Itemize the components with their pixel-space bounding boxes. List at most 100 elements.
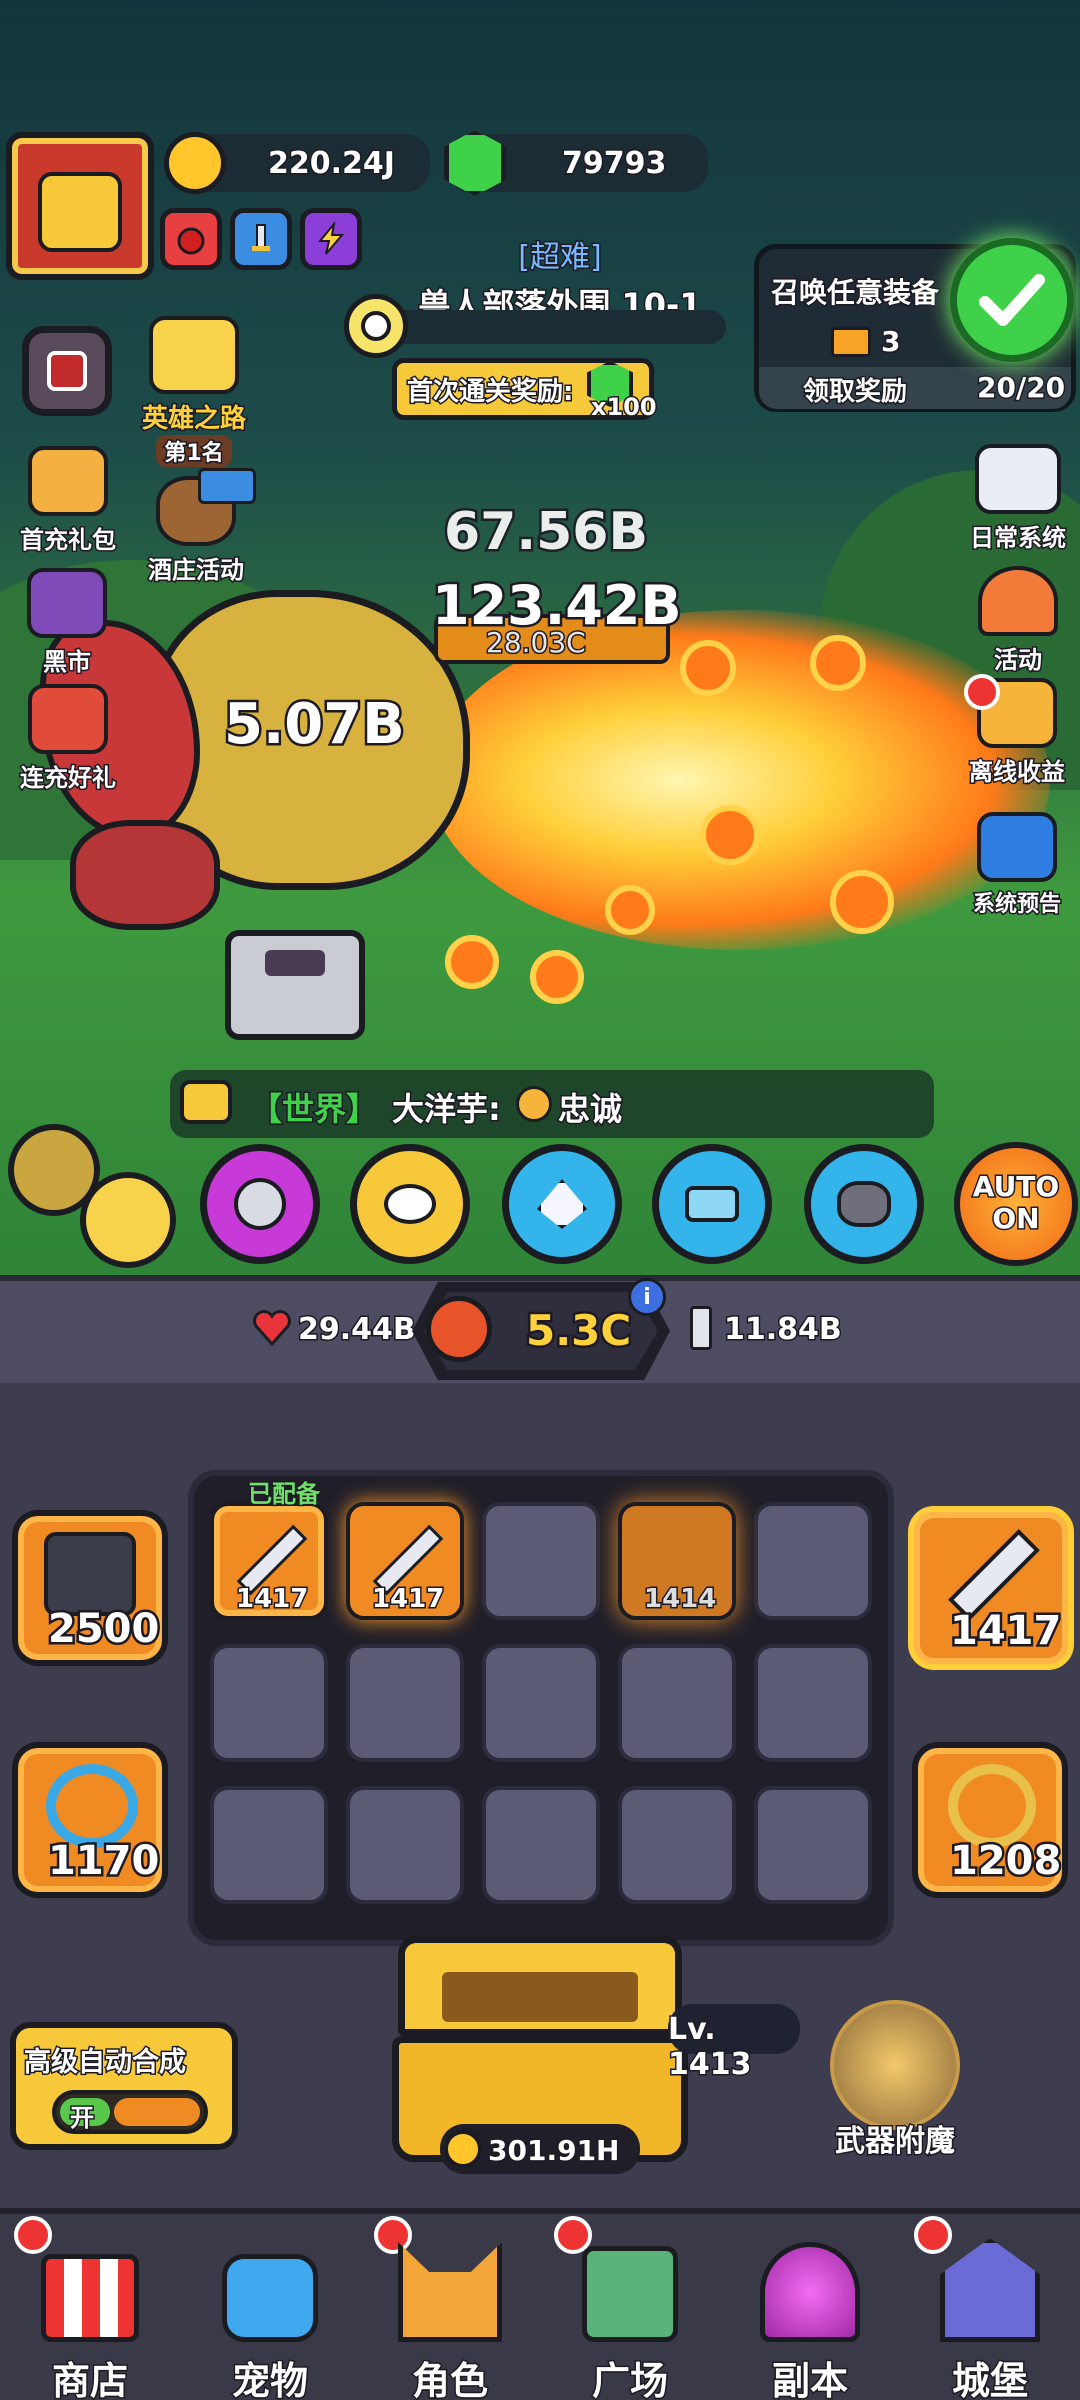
quest-claim-label[interactable]: 领取奖励	[801, 371, 908, 409]
auto-label: AUTO	[971, 1170, 1060, 1203]
ring-icon	[948, 1764, 1036, 1848]
ring-level: 1208	[947, 1836, 1063, 1887]
apple-buff-icon[interactable]	[160, 208, 222, 270]
nav-dungeon-label: 副本	[770, 2358, 849, 2400]
skill-winged-sword-icon[interactable]	[502, 1144, 622, 1264]
grid-slot-empty[interactable]	[618, 1786, 736, 1904]
armor-level: 2500	[45, 1604, 161, 1655]
nav-castle-label: 城堡	[950, 2358, 1029, 2400]
heart-icon	[252, 1308, 292, 1348]
grid-slot-empty[interactable]	[346, 1786, 464, 1904]
continuous-recharge-button[interactable]: 连充好礼	[8, 684, 128, 794]
nav-pet-label: 宠物	[230, 2358, 309, 2400]
grid-slot-empty[interactable]	[618, 1644, 736, 1762]
stage-difficulty: [超难]	[517, 239, 603, 277]
calendar-icon	[975, 444, 1061, 514]
gem-counter[interactable]: 79793	[444, 130, 708, 196]
hero-road-label: 英雄之路	[140, 403, 247, 436]
nav-pet[interactable]: 宠物	[180, 2214, 360, 2400]
auto-merge-toggle[interactable]: 开	[52, 2090, 208, 2134]
first-recharge-button[interactable]: 首充礼包	[8, 446, 128, 556]
continuous-recharge-label: 连充好礼	[19, 763, 118, 794]
daily-system-label: 日常系统	[969, 523, 1068, 554]
wing-glyph	[537, 1179, 587, 1229]
grid-slot-empty[interactable]	[482, 1786, 600, 1904]
skill-boar-icon[interactable]	[804, 1144, 924, 1264]
skill-spoon-icon[interactable]	[200, 1144, 320, 1264]
grid-slot-level: 1414	[642, 1583, 717, 1616]
equipped-label: 已配备	[247, 1479, 322, 1510]
weapon-slot[interactable]: 1417	[908, 1506, 1074, 1670]
necklace-slot[interactable]: 1170	[12, 1742, 168, 1898]
fireball	[530, 950, 584, 1004]
preview-book-icon	[977, 812, 1057, 882]
gold-counter[interactable]: 220.24J	[164, 132, 430, 194]
nav-character[interactable]: 角色	[360, 2214, 540, 2400]
offline-earnings-button[interactable]: 离线收益	[954, 674, 1080, 788]
winery-event-button[interactable]: 酒庄活动	[136, 468, 256, 586]
grid-slot-empty[interactable]	[482, 1502, 600, 1620]
skill-hammer-icon[interactable]	[652, 1144, 772, 1264]
boar-glyph	[837, 1181, 891, 1227]
ring-slot[interactable]: 1208	[912, 1742, 1068, 1898]
grid-slot-empty[interactable]	[210, 1644, 328, 1762]
system-preview-label: 系统预告	[971, 891, 1062, 919]
fireball	[700, 805, 760, 865]
first-recharge-label: 首充礼包	[19, 525, 118, 556]
spoon-glyph	[234, 1178, 286, 1230]
nav-castle[interactable]: 城堡	[900, 2214, 1080, 2400]
armor-icon	[44, 1532, 136, 1616]
merge-grid: 已配备 1417 1417 1414	[188, 1470, 894, 1946]
nav-plaza-label: 广场	[590, 2358, 669, 2400]
first-clear-reward[interactable]: 首次通关奖励: x100	[392, 358, 658, 423]
system-preview-button[interactable]: 系统预告	[954, 812, 1080, 919]
weapon-enchant-button[interactable]: 武器附魔	[820, 2000, 970, 2170]
grid-slot-sword[interactable]: 1417	[346, 1502, 464, 1620]
events-button[interactable]: 活动	[958, 566, 1078, 676]
grid-slot-empty[interactable]	[482, 1644, 600, 1762]
damage-number-sub: 28.03C	[485, 625, 588, 661]
halo-glyph	[384, 1184, 436, 1224]
hammer-glyph	[685, 1186, 739, 1222]
hero-road-button[interactable]: 英雄之路 第1名	[134, 316, 254, 468]
weapon-enchant-label: 武器附魔	[834, 2123, 957, 2161]
chest-interior	[442, 1972, 638, 2022]
quest-title: 召唤任意装备	[769, 275, 940, 311]
skill-angel-icon[interactable]	[350, 1144, 470, 1264]
fox-gift-icon	[28, 446, 108, 516]
black-market-button[interactable]: 黑市	[12, 568, 122, 678]
auto-state: ON	[991, 1201, 1041, 1237]
grid-slot-empty[interactable]	[346, 1644, 464, 1762]
auto-battle-button[interactable]: AUTO ON	[954, 1142, 1078, 1266]
auto-merge-label: 高级自动合成	[23, 2046, 188, 2080]
chat-channel: 【世界】	[248, 1089, 379, 1130]
nav-dungeon[interactable]: 副本	[720, 2214, 900, 2400]
lightning-buff-icon[interactable]	[300, 208, 362, 270]
avatar-face	[38, 172, 122, 252]
swap-icon[interactable]	[22, 326, 112, 416]
auto-merge-panel[interactable]: 高级自动合成 开	[10, 2022, 238, 2150]
notification-dot	[554, 2216, 592, 2254]
grid-slot-sword[interactable]: 已配备 1417	[210, 1479, 328, 1620]
emoji-icon	[516, 1086, 552, 1122]
nav-plaza[interactable]: 广场	[540, 2214, 720, 2400]
grid-slot-empty[interactable]	[754, 1644, 872, 1762]
grid-slot-empty[interactable]	[210, 1786, 328, 1904]
daily-system-button[interactable]: 日常系统	[958, 444, 1078, 554]
black-market-label: 黑市	[42, 647, 93, 678]
nav-shop[interactable]: 商店	[0, 2214, 180, 2400]
armor-slot[interactable]: 2500	[12, 1510, 168, 1666]
grid-slot-empty[interactable]	[754, 1502, 872, 1620]
player-avatar[interactable]	[6, 132, 154, 280]
skill-shield-icon[interactable]	[80, 1172, 176, 1268]
slime-pet-icon	[222, 2254, 318, 2342]
info-icon[interactable]: i	[628, 1278, 666, 1316]
sword-buff-icon[interactable]	[230, 208, 292, 270]
quest-complete-check-icon[interactable]	[950, 238, 1074, 362]
notification-dot	[914, 2216, 952, 2254]
notification-dot	[14, 2216, 52, 2254]
grid-slot-empty[interactable]	[754, 1786, 872, 1904]
events-label: 活动	[993, 645, 1044, 676]
grid-slot-merging[interactable]: 1414	[618, 1502, 736, 1620]
chat-bar[interactable]: 【世界】 大洋芋: 忠诚	[170, 1070, 934, 1138]
